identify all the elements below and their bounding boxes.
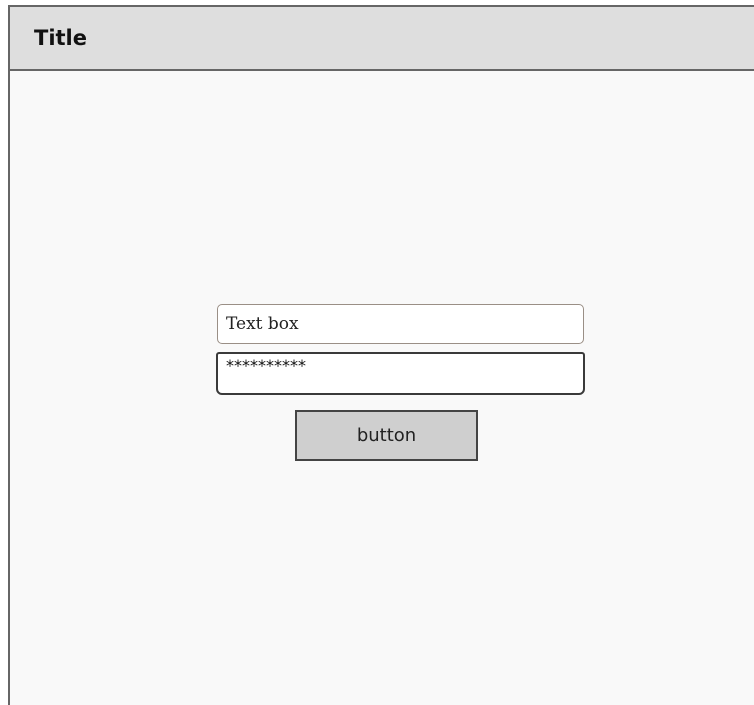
password-field[interactable]: ********** [216,352,585,395]
window-content: Text box ********** button [10,71,754,705]
app-window: Title Text box ********** button [8,5,754,705]
window-title: Title [34,26,88,50]
text-input[interactable]: Text box [217,304,584,344]
submit-button[interactable]: button [295,410,478,461]
title-bar: Title [10,7,754,71]
